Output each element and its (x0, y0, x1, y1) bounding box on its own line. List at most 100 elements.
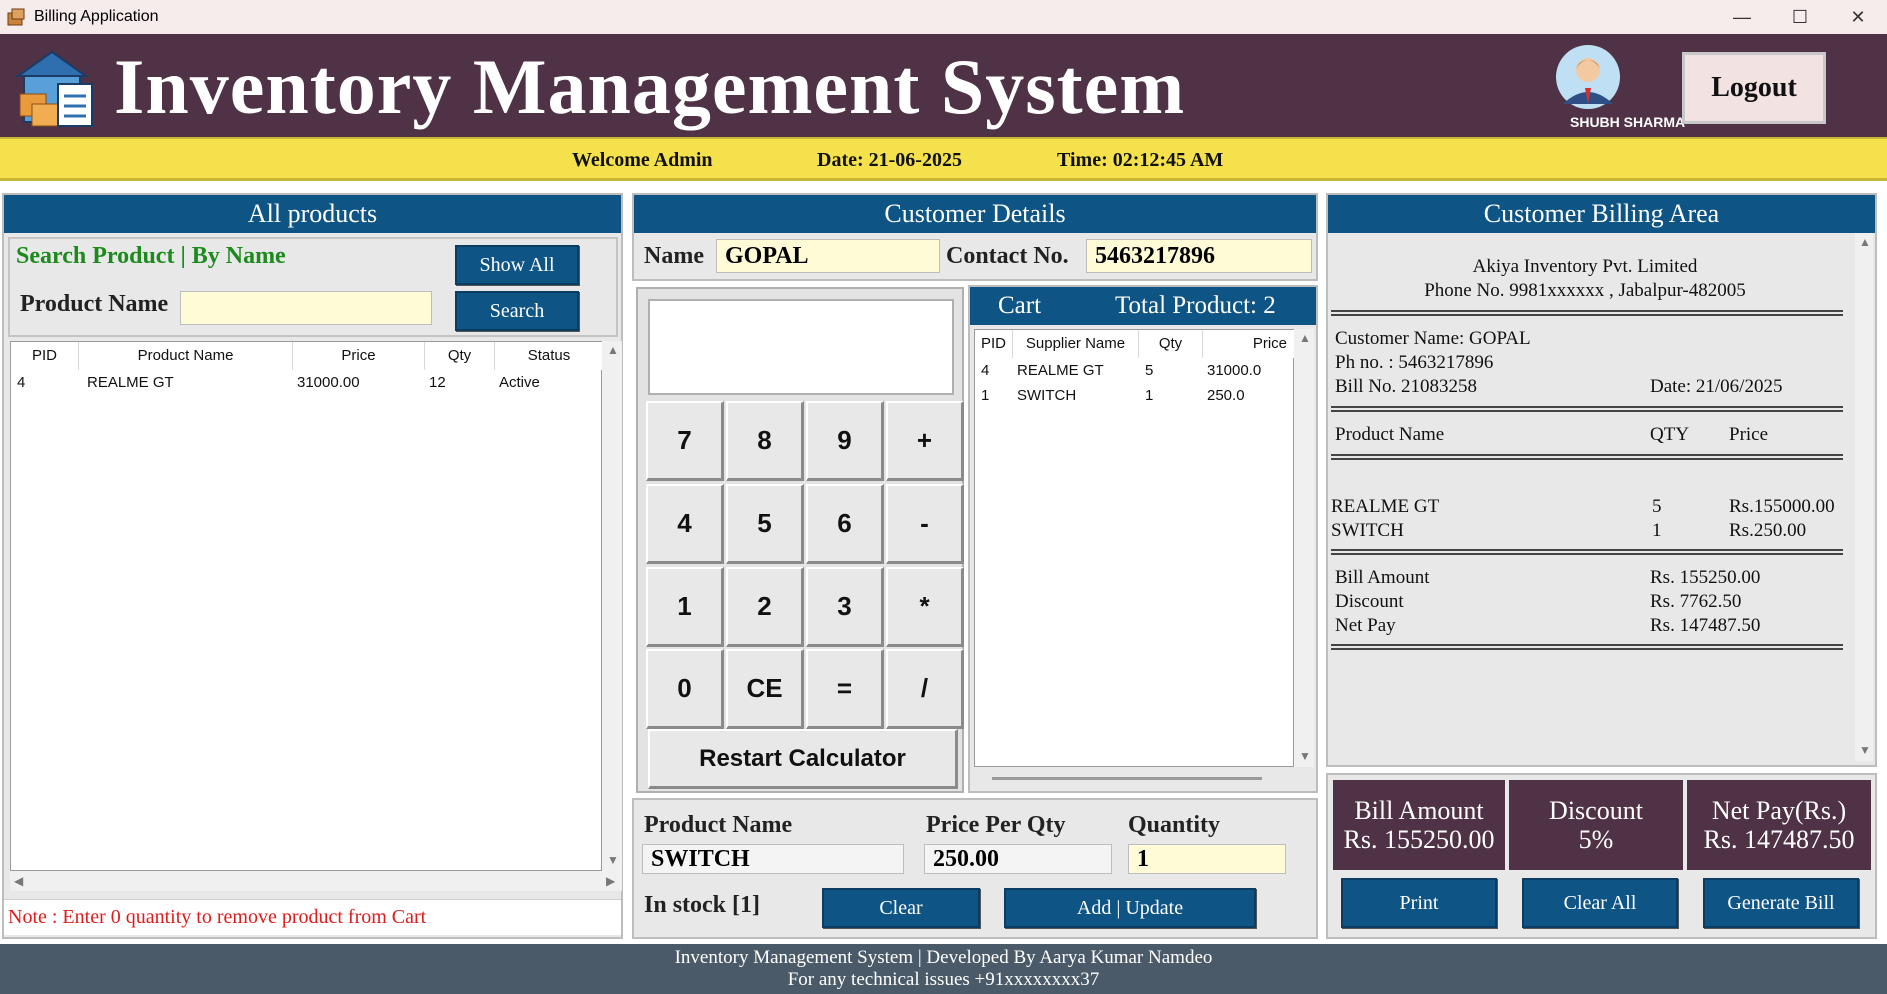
calc-key-plus[interactable]: + (886, 401, 964, 481)
column-header[interactable]: PID (11, 342, 79, 370)
table-row[interactable]: 4 REALME GT 5 31000.0 (975, 360, 1295, 384)
time-text: Time: 02:12:45 AM (1057, 149, 1224, 171)
column-header[interactable]: Status (495, 342, 603, 370)
scroll-up-icon[interactable]: ▲ (607, 343, 619, 358)
contact-input[interactable]: 5463217896 (1086, 239, 1312, 273)
user-name: SHUBH SHARMA (1570, 114, 1686, 130)
quantity-label: Quantity (1128, 812, 1221, 838)
scroll-up-icon[interactable]: ▲ (1299, 331, 1311, 346)
price-per-qty-input[interactable]: 250.00 (924, 844, 1112, 874)
footer-line-support: For any technical issues +91xxxxxxxx37 (787, 969, 1100, 990)
close-icon[interactable]: ✕ (1829, 0, 1887, 34)
in-stock-label: In stock [1] (644, 892, 761, 918)
cell-qty: 12 (429, 374, 446, 391)
bill-customer-name: Customer Name: GOPAL (1335, 328, 1531, 349)
calculator-display[interactable] (648, 299, 954, 395)
table-row[interactable]: 1 SWITCH 1 250.0 (975, 385, 1295, 409)
bill-item-qty: 5 (1652, 496, 1662, 517)
calc-key-minus[interactable]: - (886, 484, 964, 564)
print-button[interactable]: Print (1341, 878, 1497, 928)
scroll-up-icon[interactable]: ▲ (1859, 235, 1871, 250)
entry-product-name-input[interactable]: SWITCH (642, 844, 904, 874)
date-text: Date: 21-06-2025 (817, 149, 962, 171)
scroll-down-icon[interactable]: ▼ (1859, 743, 1871, 758)
clear-button[interactable]: Clear (822, 888, 980, 928)
show-all-button[interactable]: Show All (455, 245, 579, 285)
cell-pid: 1 (981, 387, 990, 404)
maximize-icon[interactable]: ☐ (1771, 0, 1829, 34)
logout-button[interactable]: Logout (1682, 52, 1826, 124)
cell-supplier-name: SWITCH (1017, 387, 1077, 404)
products-vertical-scrollbar[interactable]: ▲ ▼ (602, 341, 622, 871)
calc-key-2[interactable]: 2 (726, 567, 804, 647)
price-per-qty-label: Price Per Qty (926, 812, 1066, 838)
cell-price: 31000.0 (1207, 362, 1262, 379)
cell-supplier-name: REALME GT (1017, 362, 1104, 379)
calc-key-clear-entry[interactable]: CE (726, 649, 804, 729)
scroll-down-icon[interactable]: ▼ (607, 853, 619, 868)
customer-name-input[interactable]: GOPAL (716, 239, 940, 273)
column-header[interactable]: Qty (425, 342, 495, 370)
calc-key-9[interactable]: 9 (806, 401, 884, 481)
product-search-input[interactable] (180, 291, 432, 325)
bill-item-name: REALME GT (1331, 496, 1440, 517)
products-table: PID Product Name Price Qty Status 4 REAL… (10, 341, 603, 871)
panel-heading: Customer Details (634, 195, 1316, 233)
column-header[interactable]: Qty (1139, 330, 1203, 358)
bill-vertical-scrollbar[interactable]: ▲ ▼ (1855, 233, 1873, 761)
separator (1331, 406, 1843, 412)
cell-product-name: REALME GT (87, 374, 174, 391)
summary-discount-value: 5% (1578, 825, 1614, 854)
bill-date: Date: 21/06/2025 (1650, 376, 1783, 397)
cart-horizontal-scrollbar[interactable] (992, 777, 1262, 780)
separator (1331, 454, 1843, 460)
calc-key-6[interactable]: 6 (806, 484, 884, 564)
cell-qty: 5 (1145, 362, 1154, 379)
minimize-icon[interactable]: — (1713, 0, 1771, 34)
quantity-input[interactable]: 1 (1128, 844, 1286, 874)
calc-key-1[interactable]: 1 (646, 567, 724, 647)
products-horizontal-scrollbar[interactable]: ◀ ▶ (10, 871, 622, 891)
summary-net-pay-value: Rs. 147487.50 (1703, 825, 1855, 854)
search-title: Search Product | By Name (16, 243, 286, 269)
calc-key-8[interactable]: 8 (726, 401, 804, 481)
add-update-button[interactable]: Add | Update (1004, 888, 1256, 928)
cart-panel: Cart Total Product: 2 PID Supplier Name … (968, 285, 1318, 793)
calc-key-3[interactable]: 3 (806, 567, 884, 647)
column-header[interactable]: PID (975, 330, 1013, 358)
welcome-bar: Welcome Admin Date: 21-06-2025 Time: 02:… (0, 137, 1887, 181)
cart-vertical-scrollbar[interactable]: ▲ ▼ (1294, 329, 1314, 767)
calc-key-4[interactable]: 4 (646, 484, 724, 564)
column-header[interactable]: Product Name (79, 342, 293, 370)
scroll-left-icon[interactable]: ◀ (14, 874, 23, 889)
scroll-down-icon[interactable]: ▼ (1299, 749, 1311, 764)
scroll-right-icon[interactable]: ▶ (606, 874, 615, 889)
bill-text-area[interactable]: Akiya Inventory Pvt. Limited Phone No. 9… (1329, 233, 1853, 761)
cell-qty: 1 (1145, 387, 1154, 404)
summary-bill-amount: Bill Amount Rs. 155250.00 (1333, 780, 1505, 870)
calc-key-divide[interactable]: / (886, 649, 964, 729)
bill-net-pay-value: Rs. 147487.50 (1650, 615, 1761, 636)
column-header[interactable]: Price (293, 342, 425, 370)
column-header[interactable]: Price (1203, 330, 1295, 358)
calc-key-multiply[interactable]: * (886, 567, 964, 647)
welcome-text: Welcome Admin (572, 149, 713, 171)
panel-heading: Customer Billing Area (1328, 195, 1875, 233)
clear-all-button[interactable]: Clear All (1522, 878, 1678, 928)
calc-key-5[interactable]: 5 (726, 484, 804, 564)
generate-bill-button[interactable]: Generate Bill (1703, 878, 1859, 928)
table-row[interactable]: 4 REALME GT 31000.00 12 Active (11, 372, 603, 396)
cart-title: Cart (998, 292, 1042, 319)
summary-bill-amount-title: Bill Amount (1354, 796, 1484, 825)
app-icon (7, 8, 25, 26)
bill-amount-label: Bill Amount (1335, 567, 1430, 588)
cell-price: 250.0 (1207, 387, 1245, 404)
customer-details-panel: Customer Details Name GOPAL Contact No. … (632, 193, 1318, 281)
calc-key-0[interactable]: 0 (646, 649, 724, 729)
calc-key-equals[interactable]: = (806, 649, 884, 729)
column-header[interactable]: Supplier Name (1013, 330, 1139, 358)
inventory-logo-icon (14, 50, 93, 127)
restart-calculator-button[interactable]: Restart Calculator (648, 729, 958, 789)
search-button[interactable]: Search (455, 291, 579, 331)
calc-key-7[interactable]: 7 (646, 401, 724, 481)
